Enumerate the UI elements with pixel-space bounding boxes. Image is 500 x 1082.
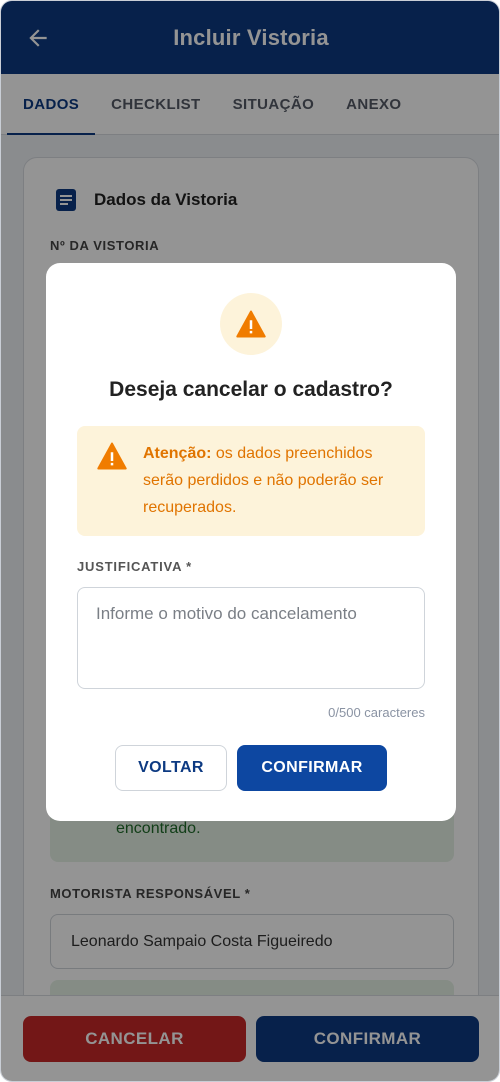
app-screen: Incluir Vistoria DADOS CHECKLIST SITUAÇÃ… xyxy=(0,0,500,1082)
cancel-dialog: Deseja cancelar o cadastro? Atenção: os … xyxy=(46,263,456,821)
confirm-cancel-button[interactable]: CONFIRMAR xyxy=(237,745,387,791)
back-button-dialog[interactable]: VOLTAR xyxy=(115,745,227,791)
alert-strong: Atenção: xyxy=(143,445,212,462)
alert-message: Atenção: os dados preenchidos serão perd… xyxy=(143,440,413,521)
justificativa-input[interactable] xyxy=(77,587,425,689)
warning-badge xyxy=(220,293,282,355)
char-counter: 0/500 caracteres xyxy=(328,705,425,720)
alert-warning-icon xyxy=(97,442,127,470)
dialog-title: Deseja cancelar o cadastro? xyxy=(109,378,393,401)
warning-icon xyxy=(236,310,266,338)
justificativa-label: JUSTIFICATIVA * xyxy=(77,559,193,574)
warning-alert: Atenção: os dados preenchidos serão perd… xyxy=(77,426,425,536)
